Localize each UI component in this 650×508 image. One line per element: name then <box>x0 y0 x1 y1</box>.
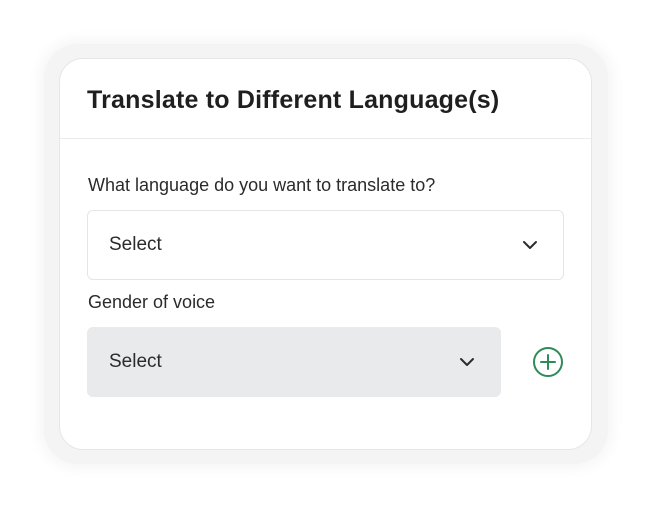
gender-field-label: Gender of voice <box>88 292 216 312</box>
language-select-value: Select <box>109 234 162 255</box>
plus-circle-icon <box>533 347 563 377</box>
language-field-label: What language do you want to translate t… <box>88 175 436 195</box>
add-language-button[interactable] <box>532 346 564 378</box>
gender-select[interactable]: Select <box>87 327 501 397</box>
translate-card: Translate to Different Language(s) What … <box>59 58 592 450</box>
language-select[interactable]: Select <box>87 210 564 280</box>
gender-select-value: Select <box>109 351 162 372</box>
chevron-down-icon <box>458 356 476 368</box>
chevron-down-icon <box>521 239 539 251</box>
card-title: Translate to Different Language(s) <box>87 86 500 114</box>
card-header: Translate to Different Language(s) <box>60 59 591 139</box>
